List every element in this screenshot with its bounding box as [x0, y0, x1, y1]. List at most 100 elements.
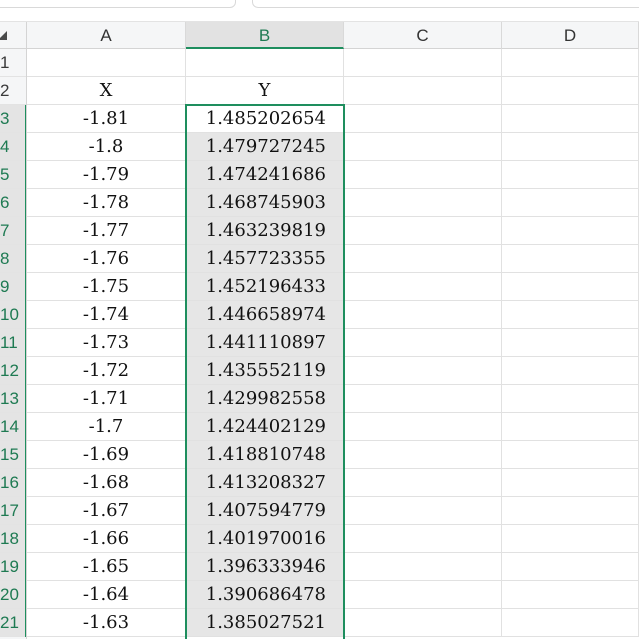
- cell-d[interactable]: [502, 525, 639, 552]
- cell-b[interactable]: 1.407594779: [186, 497, 344, 524]
- cell-a[interactable]: -1.71: [27, 385, 186, 412]
- cell-b[interactable]: 1.413208327: [186, 469, 344, 496]
- row-header[interactable]: 20: [0, 581, 26, 609]
- cell-a[interactable]: -1.73: [27, 329, 186, 356]
- cell-a[interactable]: -1.75: [27, 273, 186, 300]
- cell-d[interactable]: [502, 469, 639, 496]
- row-header[interactable]: 2: [0, 77, 26, 105]
- cell-d[interactable]: [502, 105, 639, 132]
- column-header-a[interactable]: A: [27, 22, 186, 49]
- row-header[interactable]: 12: [0, 357, 26, 385]
- row-header[interactable]: 8: [0, 245, 26, 273]
- cell-c[interactable]: [344, 469, 502, 496]
- row-header[interactable]: 9: [0, 273, 26, 301]
- row-header[interactable]: 19: [0, 553, 26, 581]
- cell-d[interactable]: [502, 49, 639, 76]
- row-header[interactable]: 15: [0, 441, 26, 469]
- cell-b[interactable]: 1.435552119: [186, 357, 344, 384]
- cell-b[interactable]: 1.424402129: [186, 413, 344, 440]
- select-all-corner[interactable]: [0, 22, 27, 49]
- cell-b[interactable]: 1.429982558: [186, 385, 344, 412]
- cell-d[interactable]: [502, 245, 639, 272]
- cell-c[interactable]: [344, 357, 502, 384]
- cell-c[interactable]: [344, 273, 502, 300]
- cell-c[interactable]: [344, 413, 502, 440]
- cell-b[interactable]: 1.390686478: [186, 581, 344, 608]
- row-header[interactable]: 16: [0, 469, 26, 497]
- cell-d[interactable]: [502, 189, 639, 216]
- cell-a[interactable]: -1.8: [27, 133, 186, 160]
- cell-d[interactable]: [502, 441, 639, 468]
- cell-a[interactable]: -1.79: [27, 161, 186, 188]
- row-header[interactable]: 11: [0, 329, 26, 357]
- active-cell[interactable]: 1.485202654: [186, 105, 344, 132]
- cell-c[interactable]: [344, 161, 502, 188]
- cell-a[interactable]: -1.69: [27, 441, 186, 468]
- cell-a[interactable]: -1.67: [27, 497, 186, 524]
- cell-b[interactable]: Y: [186, 77, 344, 104]
- cell-c[interactable]: [344, 77, 502, 104]
- column-header-b[interactable]: B: [186, 22, 344, 49]
- row-header[interactable]: 5: [0, 161, 26, 189]
- cell-a[interactable]: -1.76: [27, 245, 186, 272]
- cell-b[interactable]: 1.474241686: [186, 161, 344, 188]
- cell-a[interactable]: -1.74: [27, 301, 186, 328]
- cell-a[interactable]: -1.7: [27, 413, 186, 440]
- cell-d[interactable]: [502, 413, 639, 440]
- cell-c[interactable]: [344, 581, 502, 608]
- cell-b[interactable]: 1.385027521: [186, 609, 344, 636]
- row-header[interactable]: 4: [0, 133, 26, 161]
- cell-c[interactable]: [344, 385, 502, 412]
- cell-c[interactable]: [344, 553, 502, 580]
- cell-d[interactable]: [502, 385, 639, 412]
- cell-d[interactable]: [502, 609, 639, 636]
- row-header[interactable]: 3: [0, 105, 26, 133]
- row-header[interactable]: 18: [0, 525, 26, 553]
- cell-d[interactable]: [502, 329, 639, 356]
- cell-a[interactable]: -1.81: [27, 105, 186, 132]
- cell-c[interactable]: [344, 217, 502, 244]
- column-header-d[interactable]: D: [502, 22, 639, 49]
- column-header-c[interactable]: C: [344, 22, 502, 49]
- cell-b[interactable]: 1.446658974: [186, 301, 344, 328]
- cell-d[interactable]: [502, 161, 639, 188]
- cell-b[interactable]: 1.418810748: [186, 441, 344, 468]
- cell-d[interactable]: [502, 357, 639, 384]
- cell-c[interactable]: [344, 133, 502, 160]
- cell-c[interactable]: [344, 189, 502, 216]
- cell-c[interactable]: [344, 609, 502, 636]
- cell-a[interactable]: -1.64: [27, 581, 186, 608]
- cell-d[interactable]: [502, 273, 639, 300]
- cell-b[interactable]: 1.457723355: [186, 245, 344, 272]
- cell-d[interactable]: [502, 497, 639, 524]
- row-header[interactable]: 10: [0, 301, 26, 329]
- cell-c[interactable]: [344, 497, 502, 524]
- cell-b[interactable]: 1.396333946: [186, 553, 344, 580]
- cell-a[interactable]: [27, 49, 186, 76]
- cell-b[interactable]: 1.463239819: [186, 217, 344, 244]
- cell-c[interactable]: [344, 245, 502, 272]
- cell-b[interactable]: 1.401970016: [186, 525, 344, 552]
- cell-c[interactable]: [344, 329, 502, 356]
- cell-b[interactable]: 1.479727245: [186, 133, 344, 160]
- cell-a[interactable]: -1.63: [27, 609, 186, 636]
- formula-input[interactable]: [252, 0, 639, 8]
- cell-a[interactable]: -1.72: [27, 357, 186, 384]
- cell-c[interactable]: [344, 441, 502, 468]
- cell-d[interactable]: [502, 133, 639, 160]
- cell-d[interactable]: [502, 217, 639, 244]
- row-header[interactable]: 1: [0, 49, 26, 77]
- cell-b[interactable]: 1.468745903: [186, 189, 344, 216]
- cell-c[interactable]: [344, 301, 502, 328]
- cell-a[interactable]: -1.65: [27, 553, 186, 580]
- cell-c[interactable]: [344, 49, 502, 76]
- cell-a[interactable]: -1.66: [27, 525, 186, 552]
- cell-c[interactable]: [344, 105, 502, 132]
- row-header[interactable]: 7: [0, 217, 26, 245]
- cell-a[interactable]: -1.68: [27, 469, 186, 496]
- cell-d[interactable]: [502, 553, 639, 580]
- cell-d[interactable]: [502, 581, 639, 608]
- cell-d[interactable]: [502, 77, 639, 104]
- cell-b[interactable]: 1.452196433: [186, 273, 344, 300]
- cell-a[interactable]: -1.77: [27, 217, 186, 244]
